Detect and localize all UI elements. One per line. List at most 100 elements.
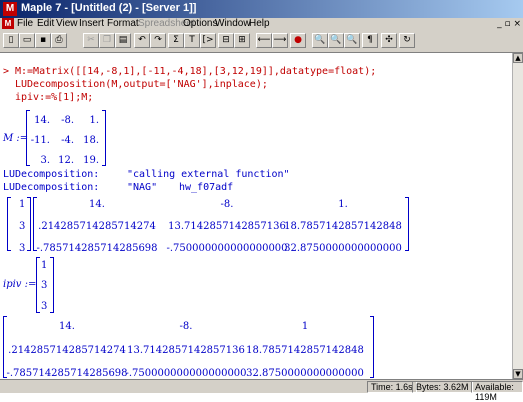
final-cell-r2c1: .214285714285714274 [8, 345, 126, 356]
ungroup-icon[interactable]: ⊞ [234, 33, 250, 48]
status-bar: Time: 1.6s Bytes: 3.62M Available: 119M [0, 379, 523, 402]
paste-icon[interactable]: ▤ [115, 33, 131, 48]
matrix-left-bracket [26, 110, 30, 166]
output-M-label: M := [3, 133, 29, 144]
m-cell-r3c1: 3. [40, 155, 50, 166]
m-cell-r2c3: 18. [83, 135, 99, 146]
m-cell-r3c2: 12. [58, 155, 74, 166]
ipiv-label: ipiv := [3, 279, 37, 290]
final-cell-r2c3: 18.7857142857142848 [246, 345, 364, 356]
open-icon[interactable]: ▭ [19, 33, 35, 48]
menu-bar: M File Edit View Insert Format Spreadshe… [0, 18, 523, 30]
ipiv-2: 3 [41, 280, 48, 291]
nag-cell-r1c1: 14. [89, 199, 105, 210]
menu-help[interactable]: Help [249, 18, 270, 29]
scroll-up-icon[interactable]: ▲ [513, 53, 523, 63]
nag-cell-r2c1: .214285714285714274 [38, 221, 156, 232]
menu-window[interactable]: Window [215, 18, 251, 29]
input-line-3[interactable]: ipiv:=%[1];M; [15, 92, 93, 103]
pivot-3: 3 [19, 243, 26, 254]
redo-icon[interactable]: ↷ [150, 33, 166, 48]
nag-cell-r1c2: -8. [220, 199, 234, 210]
m-cell-r1c2: -8. [61, 115, 74, 126]
input-prompt: > [3, 66, 10, 77]
cut-icon[interactable]: ✂ [83, 33, 99, 48]
window-title: Maple 7 - [Untitled (2) - [Server 1]] [21, 2, 197, 14]
back-icon[interactable]: ⟵ [256, 33, 272, 48]
group-icon[interactable]: ⊟ [218, 33, 234, 48]
menu-view[interactable]: View [56, 18, 78, 29]
final-matrix-right-bracket [370, 316, 374, 378]
restore-icon[interactable]: ▫ [504, 19, 510, 29]
nag-cell-r3c3: 32.8750000000000000 [284, 243, 402, 254]
nag-cell-r2c2: 13.7142857142857136 [168, 221, 286, 232]
close-icon[interactable]: × [513, 19, 521, 29]
menu-options[interactable]: Options [183, 18, 217, 29]
vertical-scrollbar[interactable]: ▲ ▼ [512, 53, 523, 379]
userinfo-msg-1: "calling external function" [127, 169, 290, 180]
worksheet[interactable]: > M:=Matrix([[14,-8,1],[-11,-4,18],[3,12… [0, 53, 512, 379]
sigma-icon[interactable]: Σ [168, 33, 184, 48]
expand-icon[interactable]: ✣ [381, 33, 397, 48]
minimize-icon[interactable]: _ [497, 19, 502, 29]
final-cell-r3c3: 32.8750000000000000 [246, 368, 364, 379]
input-line-2[interactable]: LUDecomposition(M,output=['NAG'],inplace… [15, 79, 268, 90]
menu-format[interactable]: Format [107, 18, 139, 29]
status-bytes: Bytes: 3.62M [412, 381, 473, 393]
stop-icon[interactable]: ● [290, 33, 306, 48]
status-available: Available: 119M [471, 381, 523, 402]
document-window-buttons: _ ▫ × [497, 19, 521, 29]
pivot-right-bracket [27, 197, 31, 251]
document-icon[interactable]: M [2, 18, 14, 29]
zoom-large-icon[interactable]: 🔍 [344, 33, 360, 48]
pivot-left-bracket [7, 197, 11, 251]
final-cell-r1c3: 1 [301, 321, 309, 332]
maple-app-icon: M [3, 2, 17, 16]
matrix-right-bracket [102, 110, 106, 166]
paragraph-icon[interactable]: ¶ [362, 33, 378, 48]
m-cell-r2c2: -4. [61, 135, 74, 146]
menu-insert[interactable]: Insert [79, 18, 104, 29]
zoom-small-icon[interactable]: 🔍 [312, 33, 328, 48]
ipiv-1: 1 [41, 260, 48, 271]
ipiv-3: 3 [41, 301, 48, 312]
userinfo-fn-2: LUDecomposition: [3, 182, 100, 193]
pivot-2: 3 [19, 221, 26, 232]
status-time: Time: 1.6s [367, 381, 417, 393]
input-icon[interactable]: [> [200, 33, 216, 48]
restart-icon[interactable]: ↻ [399, 33, 415, 48]
final-cell-r3c2: -.750000000000000000 [125, 368, 247, 379]
save-icon[interactable]: ▪ [35, 33, 51, 48]
nag-cell-r2c3: 18.7857142857142848 [284, 221, 402, 232]
scroll-down-icon[interactable]: ▼ [513, 369, 523, 379]
new-icon[interactable]: ▯ [3, 33, 19, 48]
input-line-1[interactable]: M:=Matrix([[14,-8,1],[-11,-4,18],[3,12,1… [15, 66, 376, 77]
final-cell-r2c2: 13.7142857142857136 [127, 345, 245, 356]
pivot-1: 1 [19, 199, 26, 210]
m-cell-r2c1: -11. [30, 135, 50, 146]
menu-file[interactable]: File [17, 18, 33, 29]
text-icon[interactable]: T [184, 33, 200, 48]
nag-matrix-right-bracket [405, 197, 409, 251]
forward-icon[interactable]: ⟶ [272, 33, 288, 48]
final-cell-r1c1: 14. [59, 321, 75, 332]
print-icon[interactable]: ⎙ [51, 33, 67, 48]
menu-edit[interactable]: Edit [37, 18, 54, 29]
ipiv-left-bracket [36, 257, 40, 313]
title-bar: M Maple 7 - [Untitled (2) - [Server 1]] [0, 0, 523, 18]
m-cell-r1c1: 14. [34, 115, 50, 126]
nag-cell-r1c3: 1. [338, 199, 348, 210]
userinfo-fn-1: LUDecomposition: [3, 169, 100, 180]
copy-icon[interactable]: ❐ [99, 33, 115, 48]
ipiv-right-bracket [50, 257, 54, 313]
userinfo-extra-2: hw_f07adf [179, 182, 234, 193]
final-cell-r1c2: -8. [179, 321, 193, 332]
m-cell-r3c3: 19. [83, 155, 99, 166]
nag-cell-r3c1: -.785714285714285698 [36, 243, 158, 254]
zoom-medium-icon[interactable]: 🔍 [328, 33, 344, 48]
toolbar: ▯ ▭ ▪ ⎙ ✂ ❐ ▤ ↶ ↷ Σ T [> ⊟ ⊞ ⟵ ⟶ ● 🔍 🔍 🔍 ¶ ✣ ↻ [0, 30, 523, 53]
nag-cell-r3c2: -.750000000000000000 [166, 243, 288, 254]
undo-icon[interactable]: ↶ [134, 33, 150, 48]
final-cell-r3c1: -.785714285714285698 [6, 368, 128, 379]
userinfo-msg-2: "NAG" [127, 182, 158, 193]
